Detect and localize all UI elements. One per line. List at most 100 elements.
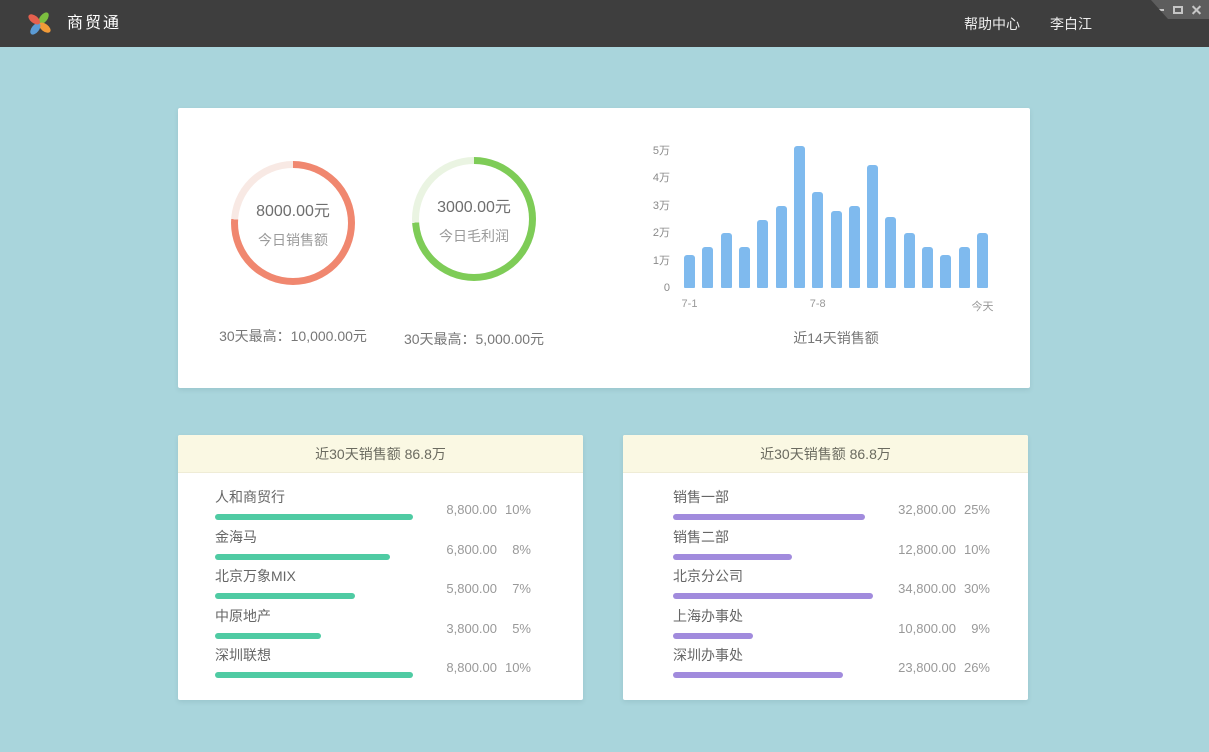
rank-row-amount: 5,800.00 (417, 581, 497, 596)
rank-row-values: 8,800.00 10% (417, 502, 531, 517)
rank-row-percent: 8% (497, 542, 531, 557)
rank-row-amount: 8,800.00 (417, 660, 497, 675)
rank-row-bar (215, 593, 355, 599)
today-sales-ring-center: 8000.00元 今日销售额 (238, 168, 348, 278)
rank-row-bar (673, 554, 792, 560)
today-profit-value: 3000.00元 (437, 193, 511, 217)
rank-row-amount: 10,800.00 (876, 621, 956, 636)
rank-row-bar (215, 633, 321, 639)
rank-row: 销售二部 12,800.00 10% (673, 526, 990, 566)
user-name-link[interactable]: 李白江 (1050, 14, 1092, 34)
bar-chart-y-axis: 01万2万3万4万5万 (640, 138, 670, 288)
chart-bar (739, 247, 750, 288)
chart-bar (940, 255, 951, 288)
rank-row-values: 10,800.00 9% (876, 621, 990, 636)
x-axis-tick: 今天 (971, 298, 993, 314)
minimize-icon[interactable] (1155, 9, 1164, 11)
rank-row-amount: 12,800.00 (876, 542, 956, 557)
rank-row-values: 6,800.00 8% (417, 542, 531, 557)
rank-row-bar (215, 514, 413, 520)
rank-row-values: 3,800.00 5% (417, 621, 531, 636)
rank-row-amount: 34,800.00 (876, 581, 956, 596)
rank-list: 销售一部 32,800.00 25% 销售二部 12,800.00 10% 北京… (623, 473, 1028, 684)
today-profit-label: 今日毛利润 (439, 226, 509, 246)
rank-row-bar (673, 593, 873, 599)
y-axis-tick: 2万 (640, 224, 670, 242)
rank-row-percent: 9% (956, 621, 990, 636)
rank-row-percent: 10% (497, 660, 531, 675)
y-axis-tick: 1万 (640, 252, 670, 270)
pinwheel-logo-icon (25, 9, 54, 38)
dept-rank-title: 近30天销售额 86.8万 (623, 435, 1028, 473)
title-bar: 商贸通 帮助中心 李白江 (0, 0, 1209, 47)
chart-bar (959, 247, 970, 288)
chart-bar (849, 206, 860, 288)
rank-list: 人和商贸行 8,800.00 10% 金海马 6,800.00 8% 北京万象M… (178, 473, 583, 684)
rank-row-values: 5,800.00 7% (417, 581, 531, 596)
profit-30d-max-note: 30天最高：5,000.00元 (364, 329, 584, 349)
rank-row-values: 23,800.00 26% (876, 660, 990, 675)
rank-row-amount: 6,800.00 (417, 542, 497, 557)
rank-row-percent: 30% (956, 581, 990, 596)
bar-chart-x-axis: 7-17-8今天 (684, 298, 988, 312)
rank-row-percent: 7% (497, 581, 531, 596)
chart-bar (794, 146, 805, 289)
customer-rank-card: 近30天销售额 86.8万 人和商贸行 8,800.00 10% 金海马 6,8… (178, 435, 583, 700)
y-axis-tick: 0 (640, 279, 670, 297)
rank-row-values: 8,800.00 10% (417, 660, 531, 675)
sales-14d-bar-chart: 01万2万3万4万5万 7-17-8今天 近14天销售额 (640, 130, 1000, 350)
rank-row-amount: 23,800.00 (876, 660, 956, 675)
chart-bar (885, 217, 896, 288)
bar-chart-plot (684, 138, 988, 288)
rank-row: 上海办事处 10,800.00 9% (673, 605, 990, 645)
maximize-icon[interactable] (1173, 6, 1183, 14)
dept-rank-card: 近30天销售额 86.8万 销售一部 32,800.00 25% 销售二部 12… (623, 435, 1028, 700)
chart-bar (831, 211, 842, 288)
chart-bar (684, 255, 695, 288)
app-window: 商贸通 帮助中心 李白江 8000.00元 今日销售额 30天最高：10,000… (0, 0, 1209, 752)
rank-row-values: 12,800.00 10% (876, 542, 990, 557)
rank-row: 深圳联想 8,800.00 10% (215, 644, 531, 684)
help-center-link[interactable]: 帮助中心 (964, 14, 1020, 34)
today-profit-ring-center: 3000.00元 今日毛利润 (419, 164, 529, 274)
close-icon[interactable] (1192, 5, 1201, 14)
chart-bar (904, 233, 915, 288)
rank-row-percent: 5% (497, 621, 531, 636)
rank-row-bar (673, 672, 843, 678)
rank-row-amount: 8,800.00 (417, 502, 497, 517)
x-axis-tick: 7-1 (682, 298, 698, 310)
rank-row-percent: 25% (956, 502, 990, 517)
chart-bar (702, 247, 713, 288)
rank-row-bar (215, 554, 390, 560)
chart-bar (922, 247, 933, 288)
rank-row-values: 32,800.00 25% (876, 502, 990, 517)
rank-row: 金海马 6,800.00 8% (215, 526, 531, 566)
rank-row: 北京分公司 34,800.00 30% (673, 565, 990, 605)
chart-bar (867, 165, 878, 288)
app-title: 商贸通 (67, 0, 121, 47)
window-controls (1151, 0, 1209, 19)
bar-chart-title: 近14天销售额 (684, 328, 988, 348)
y-axis-tick: 3万 (640, 197, 670, 215)
today-profit-ring: 3000.00元 今日毛利润 (412, 157, 536, 281)
rank-row: 人和商贸行 8,800.00 10% (215, 486, 531, 526)
y-axis-tick: 4万 (640, 169, 670, 187)
chart-bar (757, 220, 768, 289)
rank-row-amount: 32,800.00 (876, 502, 956, 517)
today-sales-label: 今日销售额 (258, 230, 328, 250)
rank-row: 北京万象MIX 5,800.00 7% (215, 565, 531, 605)
rank-row-bar (673, 514, 865, 520)
chart-bar (776, 206, 787, 288)
chart-bar (812, 192, 823, 288)
rank-row-bar (215, 672, 413, 678)
customer-rank-title: 近30天销售额 86.8万 (178, 435, 583, 473)
rank-row-percent: 10% (497, 502, 531, 517)
top-nav: 帮助中心 李白江 (964, 0, 1092, 47)
overview-card: 8000.00元 今日销售额 30天最高：10,000.00元 3000.00元… (178, 108, 1030, 388)
today-sales-ring: 8000.00元 今日销售额 (231, 161, 355, 285)
rank-row: 深圳办事处 23,800.00 26% (673, 644, 990, 684)
rank-row: 销售一部 32,800.00 25% (673, 486, 990, 526)
chart-bar (721, 233, 732, 288)
x-axis-tick: 7-8 (810, 298, 826, 310)
rank-row-amount: 3,800.00 (417, 621, 497, 636)
